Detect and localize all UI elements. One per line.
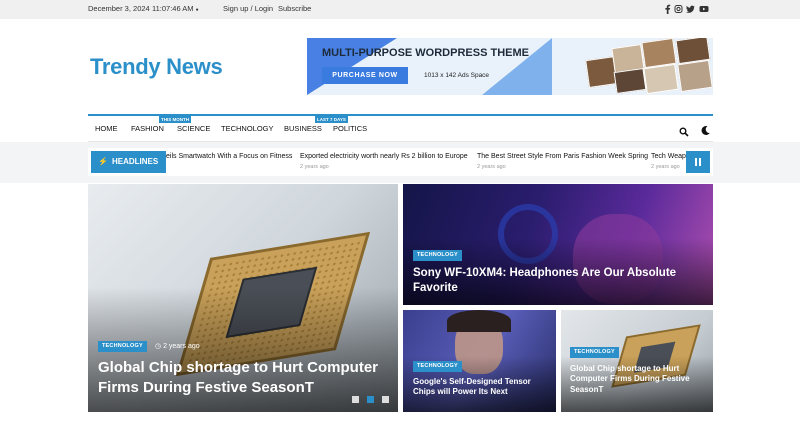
site-logo[interactable]: Trendy News — [90, 54, 223, 80]
nav-fashion[interactable]: FASHION — [131, 124, 164, 133]
sign-in-link[interactable]: Sign up / Login — [223, 4, 273, 13]
top-bar: December 3, 2024 11:07:46 AM ● Sign up /… — [0, 0, 800, 19]
post-card-chip[interactable]: TECHNOLOGY Global Chip shortage to Hurt … — [561, 310, 713, 412]
bolt-icon: ⚡ — [98, 157, 108, 166]
nav-politics[interactable]: POLITICS — [333, 124, 367, 133]
ticker-item[interactable]: The Best Street Style From Paris Fashion… — [477, 153, 648, 170]
nav-technology[interactable]: TECHNOLOGY — [221, 124, 274, 133]
youtube-icon[interactable] — [699, 4, 709, 14]
post-card-google[interactable]: TECHNOLOGY Google's Self-Designed Tensor… — [403, 310, 556, 412]
purchase-now-button[interactable]: PURCHASE NOW — [322, 67, 408, 84]
category-tag[interactable]: TECHNOLOGY — [413, 250, 462, 261]
nav-business[interactable]: BUSINESS — [284, 124, 322, 133]
nav-science[interactable]: SCIENCE — [177, 124, 210, 133]
post-title[interactable]: Sony WF-10XM4: Headphones Are Our Absolu… — [413, 266, 683, 296]
ad-photo-collage — [585, 38, 713, 95]
slider-dot[interactable] — [382, 396, 389, 403]
ad-banner[interactable]: MULTI-PURPOSE WORDPRESS THEME PURCHASE N… — [307, 38, 713, 95]
post-title[interactable]: Google's Self-Designed Tensor Chips will… — [413, 377, 553, 398]
category-tag[interactable]: TECHNOLOGY — [98, 341, 147, 352]
nav-badge-this-month: THIS MONTH — [159, 116, 191, 123]
post-title[interactable]: Global Chip shortage to Hurt Computer Fi… — [98, 358, 388, 397]
nav-home[interactable]: HOME — [95, 124, 118, 133]
pause-icon — [695, 158, 697, 166]
instagram-icon[interactable] — [674, 4, 683, 14]
slider-dot-active[interactable] — [367, 396, 374, 403]
ticker-item[interactable]: Exported electricity worth nearly Rs 2 b… — [300, 153, 468, 170]
dark-mode-toggle-icon[interactable] — [700, 123, 711, 135]
ad-title: MULTI-PURPOSE WORDPRESS THEME — [322, 47, 529, 59]
headlines-label: ⚡ HEADLINES — [91, 151, 166, 173]
facebook-icon[interactable] — [663, 4, 672, 14]
category-tag[interactable]: TECHNOLOGY — [413, 361, 462, 372]
ticker-item[interactable]: eils Smartwatch With a Focus on Fitness — [166, 153, 292, 160]
ticker-pause-button[interactable] — [686, 151, 710, 173]
current-date: December 3, 2024 — [88, 4, 150, 13]
nav-badge-last-7-days: LAST 7 DAYS — [315, 116, 348, 123]
search-icon[interactable] — [679, 124, 689, 137]
featured-post-hero[interactable]: TECHNOLOGY ◷ 2 years ago Global Chip sho… — [88, 184, 398, 412]
ticker-item-date: 2 years ago — [651, 164, 680, 170]
current-time: 11:07:46 AM ● — [152, 4, 199, 13]
headlines-ticker: ⚡ HEADLINES eils Smartwatch With a Focus … — [88, 148, 713, 176]
ticker-item-date: 2 years ago — [477, 164, 506, 170]
slider-dot[interactable] — [352, 396, 359, 403]
category-tag[interactable]: TECHNOLOGY — [570, 347, 619, 358]
twitter-icon[interactable] — [686, 4, 695, 14]
post-date: ◷ 2 years ago — [155, 343, 200, 350]
ad-size-label: 1013 x 142 Ads Space — [424, 72, 490, 79]
post-card-sony[interactable]: TECHNOLOGY Sony WF-10XM4: Headphones Are… — [403, 184, 713, 305]
ticker-item-date: 2 years ago — [300, 164, 329, 170]
ticker-item[interactable]: Tech Weapo 2 years ago — [651, 153, 690, 170]
subscribe-link[interactable]: Subscribe — [278, 4, 311, 13]
post-title[interactable]: Global Chip shortage to Hurt Computer Fi… — [570, 364, 710, 395]
